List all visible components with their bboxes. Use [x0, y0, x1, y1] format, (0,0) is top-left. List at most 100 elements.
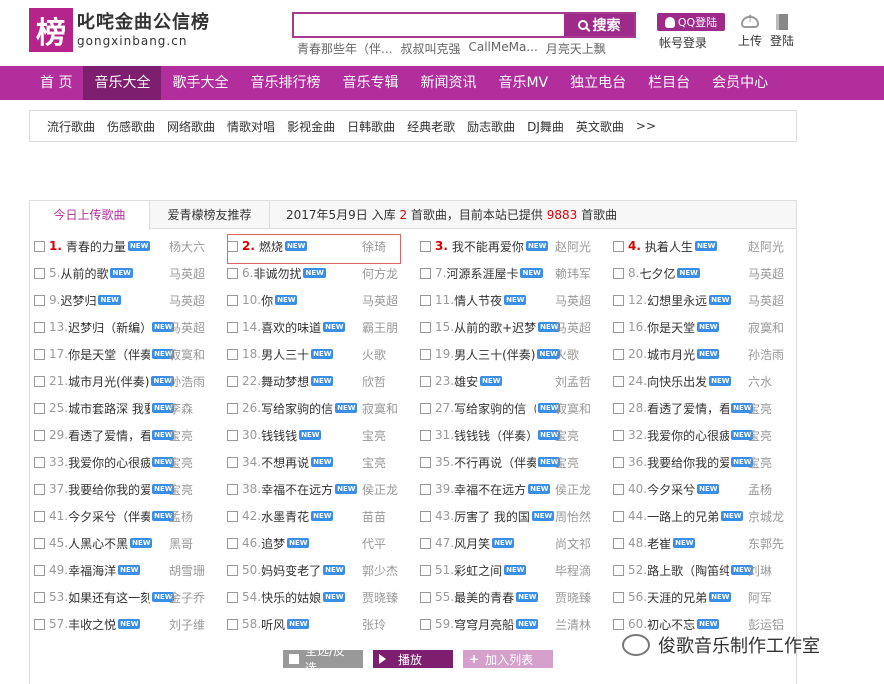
nav-item[interactable]: 音乐大全 [83, 66, 162, 100]
song-checkbox[interactable] [613, 483, 624, 495]
song-title[interactable]: 城市套路深 我要回 [68, 400, 150, 417]
song-checkbox[interactable] [613, 510, 624, 522]
song-checkbox[interactable] [420, 348, 431, 360]
nav-item[interactable]: 新闻资讯 [409, 66, 487, 100]
song-artist[interactable]: 毕程滴 [555, 562, 591, 579]
song-title[interactable]: 不想再说 [261, 454, 309, 471]
song-title[interactable]: 钱钱钱 [261, 427, 297, 444]
song-title[interactable]: 写给家驹的信 [261, 400, 333, 417]
song-artist[interactable]: 东郭先 [748, 535, 784, 552]
site-logo[interactable]: 榜 叱咤金曲公信榜 gongxinbang.cn [29, 8, 210, 52]
song-checkbox[interactable] [227, 591, 238, 603]
song-checkbox[interactable] [613, 294, 624, 306]
song-artist[interactable]: 周怡然 [555, 508, 591, 525]
song-title[interactable]: 幸福海洋 [68, 562, 116, 579]
song-artist[interactable]: 欣哲 [362, 373, 386, 390]
genre-link[interactable]: 英文歌曲 [576, 118, 624, 135]
song-checkbox[interactable] [227, 618, 238, 630]
nav-item[interactable]: 首 页 [29, 66, 83, 100]
song-artist[interactable]: 寂寞和 [362, 400, 398, 417]
song-checkbox[interactable] [227, 456, 238, 468]
song-checkbox[interactable] [420, 510, 431, 522]
song-title[interactable]: 风月笑 [454, 535, 490, 552]
song-artist[interactable]: 赵阿光 [748, 238, 784, 255]
song-artist[interactable]: 李森 [169, 400, 193, 417]
song-checkbox[interactable] [420, 456, 431, 468]
song-title[interactable]: 如果还有这一刻 [68, 589, 150, 606]
song-artist[interactable]: 寂寞和 [748, 319, 784, 336]
song-artist[interactable]: 孟杨 [169, 508, 193, 525]
song-artist[interactable]: 马英超 [555, 319, 591, 336]
song-title[interactable]: 你 [261, 292, 273, 309]
song-title[interactable]: 迟梦归 [60, 292, 96, 309]
song-checkbox[interactable] [613, 267, 624, 279]
song-title[interactable]: 情人节夜 [454, 292, 502, 309]
song-artist[interactable]: 孟杨 [748, 481, 772, 498]
song-artist[interactable]: 孙浩雨 [169, 373, 205, 390]
song-artist[interactable]: 杨大六 [169, 238, 205, 255]
song-checkbox[interactable] [34, 402, 45, 414]
song-artist[interactable]: 马英超 [362, 292, 398, 309]
song-checkbox[interactable] [420, 537, 431, 549]
genre-link[interactable]: 经典老歌 [407, 118, 455, 135]
song-artist[interactable]: 何方龙 [362, 265, 398, 282]
nav-item[interactable]: 音乐MV [487, 66, 559, 100]
song-title[interactable]: 你是天堂 [647, 319, 695, 336]
song-title[interactable]: 人黑心不黑 [68, 535, 128, 552]
nav-item[interactable]: 栏目台 [637, 66, 701, 100]
song-artist[interactable]: 兰清林 [555, 616, 591, 633]
song-title[interactable]: 妈妈变老了 [261, 562, 321, 579]
song-checkbox[interactable] [420, 618, 431, 630]
song-title[interactable]: 写给家驹的信（伴 [454, 400, 536, 417]
song-checkbox[interactable] [227, 510, 238, 522]
song-checkbox[interactable] [613, 564, 624, 576]
song-title[interactable]: 看透了爱情，看透 [647, 400, 729, 417]
song-artist[interactable]: 马英超 [169, 265, 205, 282]
song-checkbox[interactable] [613, 591, 624, 603]
qq-login-button[interactable]: QQ登陆 [657, 13, 725, 31]
genre-link[interactable]: DJ舞曲 [527, 118, 564, 135]
song-checkbox[interactable] [34, 456, 45, 468]
hot-keyword[interactable]: CallMeMa... [468, 40, 537, 57]
song-artist[interactable]: 六水 [748, 373, 772, 390]
song-artist[interactable]: 张玲 [362, 616, 386, 633]
song-title[interactable]: 彩虹之间 [454, 562, 502, 579]
song-checkbox[interactable] [613, 618, 624, 630]
song-title[interactable]: 一路上的兄弟 [647, 508, 719, 525]
song-artist[interactable]: 刘琳 [748, 562, 772, 579]
song-checkbox[interactable] [34, 429, 45, 441]
song-checkbox[interactable] [34, 375, 45, 387]
song-title[interactable]: 我要给你我的爱 [68, 481, 150, 498]
song-artist[interactable]: 贾晓臻 [555, 589, 591, 606]
song-checkbox[interactable] [420, 321, 431, 333]
song-title[interactable]: 穹穹月亮船 [454, 616, 514, 633]
song-artist[interactable]: 孙浩雨 [748, 346, 784, 363]
song-artist[interactable]: 宝亮 [362, 427, 386, 444]
nav-item[interactable]: 歌手大全 [161, 66, 239, 100]
song-artist[interactable]: 宝亮 [169, 427, 193, 444]
song-checkbox[interactable] [420, 564, 431, 576]
song-title[interactable]: 快乐的姑娘 [261, 589, 321, 606]
song-checkbox[interactable] [34, 294, 45, 306]
song-artist[interactable]: 刘子维 [169, 616, 205, 633]
song-artist[interactable]: 金子乔 [169, 589, 205, 606]
song-artist[interactable]: 火歌 [362, 346, 386, 363]
song-checkbox[interactable] [34, 321, 45, 333]
song-artist[interactable]: 宝亮 [748, 454, 772, 471]
song-artist[interactable]: 宝亮 [169, 454, 193, 471]
song-title[interactable]: 七夕亿 [639, 265, 675, 282]
song-checkbox[interactable] [613, 429, 624, 441]
song-checkbox[interactable] [420, 240, 431, 252]
song-title[interactable]: 路上歌（陶笛纯音 [647, 562, 729, 579]
song-artist[interactable]: 寂寞和 [169, 346, 205, 363]
song-checkbox[interactable] [420, 591, 431, 603]
song-checkbox[interactable] [420, 483, 431, 495]
song-title[interactable]: 不行再说（伴奏） [454, 454, 536, 471]
hot-keyword[interactable]: 叔叔叫克强 [400, 40, 460, 57]
song-title[interactable]: 非诚勿扰 [253, 265, 301, 282]
song-artist[interactable]: 侯正龙 [555, 481, 591, 498]
song-checkbox[interactable] [34, 537, 45, 549]
song-checkbox[interactable] [227, 402, 238, 414]
nav-item[interactable]: 音乐专辑 [331, 66, 409, 100]
genre-link[interactable]: 情歌对唱 [227, 118, 275, 135]
